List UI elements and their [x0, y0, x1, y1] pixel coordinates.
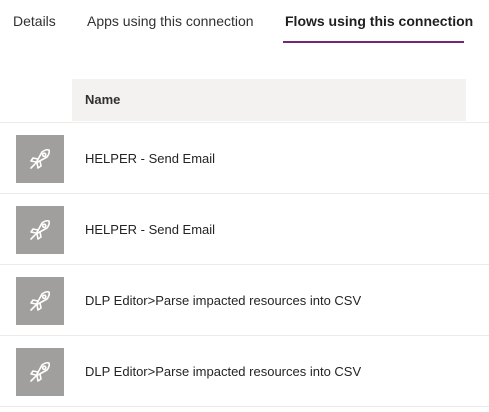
- table-row[interactable]: HELPER - Send Email: [0, 123, 489, 194]
- flow-name[interactable]: HELPER - Send Email: [85, 222, 215, 237]
- tab-bar: Details Apps using this connection Flows…: [0, 0, 489, 46]
- table-header: Name: [72, 79, 466, 121]
- tab-details[interactable]: Details: [13, 13, 56, 29]
- active-tab-indicator: [283, 41, 464, 43]
- column-header-name[interactable]: Name: [85, 92, 120, 107]
- flow-name[interactable]: HELPER - Send Email: [85, 151, 215, 166]
- rocket-icon: [16, 348, 64, 396]
- flow-name[interactable]: DLP Editor>Parse impacted resources into…: [85, 364, 361, 379]
- tab-apps-using-connection[interactable]: Apps using this connection: [87, 13, 254, 29]
- rocket-icon: [16, 277, 64, 325]
- table-row[interactable]: DLP Editor>Parse impacted resources into…: [0, 265, 489, 336]
- flow-name[interactable]: DLP Editor>Parse impacted resources into…: [85, 293, 361, 308]
- table-row[interactable]: DLP Editor>Parse impacted resources into…: [0, 336, 489, 407]
- table-row[interactable]: HELPER - Send Email: [0, 194, 489, 265]
- rocket-icon: [16, 135, 64, 183]
- flow-list: HELPER - Send Email HELPER - Send Email …: [0, 123, 489, 407]
- rocket-icon: [16, 206, 64, 254]
- tab-flows-using-connection[interactable]: Flows using this connection: [285, 13, 473, 29]
